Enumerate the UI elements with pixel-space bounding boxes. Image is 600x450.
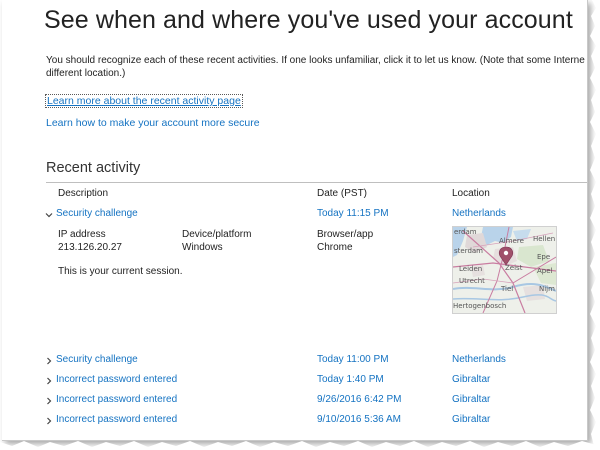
map-label-zeist: Zeist — [505, 264, 523, 272]
learn-more-activity-link[interactable]: Learn more about the recent activity pag… — [45, 94, 243, 108]
torn-edge-right — [590, 0, 600, 450]
map-label-epe: Epe — [537, 253, 551, 261]
current-session-note: This is your current session. — [58, 266, 183, 277]
activity-row[interactable]: Incorrect password entered 9/10/2016 5:3… — [2, 414, 587, 430]
map-label-utrecht: Utrecht — [459, 277, 485, 285]
activity-date[interactable]: 9/26/2016 6:42 PM — [317, 394, 402, 405]
map-label-hertogenbosch: Hertogenbosch — [453, 302, 507, 310]
activity-page: See when and where you've used your acco… — [2, 0, 588, 441]
chevron-right-icon[interactable] — [44, 394, 54, 408]
chevron-right-icon[interactable] — [44, 354, 54, 368]
chevron-down-icon[interactable] — [44, 208, 54, 222]
browser-app-label: Browser/app — [317, 229, 374, 240]
activity-description[interactable]: Incorrect password entered — [56, 374, 177, 385]
intro-text: You should recognize each of these recen… — [46, 54, 587, 80]
activity-row[interactable]: Incorrect password entered Today 1:40 PM… — [2, 374, 587, 390]
ip-address-label: IP address — [58, 229, 106, 240]
activity-location[interactable]: Gibraltar — [452, 394, 490, 405]
intro-line-2: different location.) — [46, 68, 126, 79]
device-platform-label: Device/platform — [182, 229, 252, 240]
device-platform-value: Windows — [182, 242, 223, 253]
learn-more-secure-link[interactable]: Learn how to make your account more secu… — [46, 117, 260, 129]
activity-row[interactable]: Incorrect password entered 9/26/2016 6:4… — [2, 394, 587, 410]
column-header-date: Date (PST) — [317, 188, 368, 199]
map-label-rdam: erdam — [454, 228, 477, 236]
activity-description[interactable]: Security challenge — [56, 354, 138, 365]
learn-more-activity-label: Learn more about the recent activity pag… — [45, 94, 243, 108]
activity-location[interactable]: Netherlands — [452, 354, 506, 365]
activity-date[interactable]: Today 1:40 PM — [317, 374, 384, 385]
activity-row-expanded[interactable]: Security challenge Today 11:15 PM Nether… — [2, 208, 587, 224]
column-header-location: Location — [452, 188, 490, 199]
chevron-right-icon[interactable] — [44, 414, 54, 428]
activity-description[interactable]: Security challenge — [56, 208, 138, 219]
map-label-nijmegen: Nijm — [539, 285, 555, 293]
map-label-almere: Almere — [499, 237, 524, 245]
torn-edge-bottom — [0, 441, 600, 450]
activity-location[interactable]: Gibraltar — [452, 414, 490, 425]
recent-activity-heading: Recent activity — [46, 160, 141, 176]
map-label-tiel: Tiel — [501, 285, 514, 293]
chevron-right-icon[interactable] — [44, 374, 54, 388]
activity-location[interactable]: Netherlands — [452, 208, 506, 219]
activity-date[interactable]: 9/10/2016 5:36 AM — [317, 414, 401, 425]
location-map: erdam Almere Hellen sterdam Epe Leiden Z… — [452, 226, 557, 314]
activity-date[interactable]: Today 11:15 PM — [317, 208, 389, 219]
intro-line-1: You should recognize each of these recen… — [46, 55, 585, 66]
activity-location[interactable]: Gibraltar — [452, 374, 490, 385]
section-divider — [46, 182, 587, 183]
page-title: See when and where you've used your acco… — [44, 6, 573, 34]
activity-date[interactable]: Today 11:00 PM — [317, 354, 389, 365]
map-label-hellen: Hellen — [533, 235, 556, 243]
column-header-description: Description — [58, 188, 109, 199]
browser-app-value: Chrome — [317, 242, 353, 253]
activity-row[interactable]: Security challenge Today 11:00 PM Nether… — [2, 354, 587, 370]
map-label-apeld: Apel — [537, 267, 553, 275]
map-label-amsterdam: sterdam — [454, 247, 484, 255]
ip-address-value: 213.126.20.27 — [58, 242, 122, 253]
activity-description[interactable]: Incorrect password entered — [56, 414, 177, 425]
map-label-leiden: Leiden — [459, 265, 483, 273]
activity-description[interactable]: Incorrect password entered — [56, 394, 177, 405]
